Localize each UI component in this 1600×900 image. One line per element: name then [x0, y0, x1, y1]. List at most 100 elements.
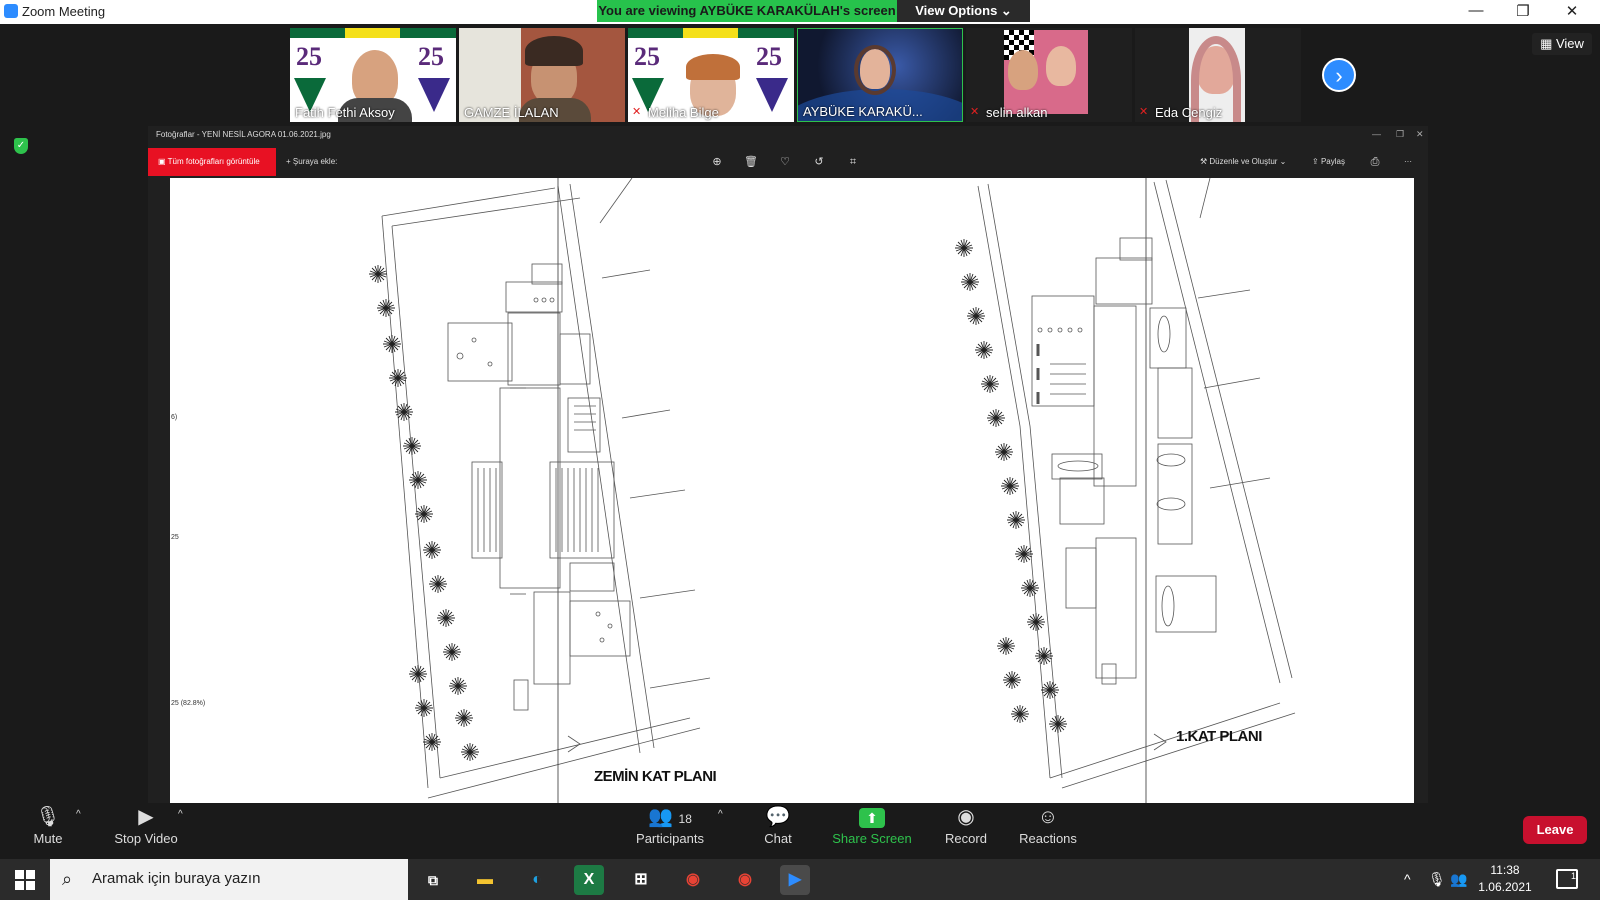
muted-mic-icon: ✕ [632, 106, 642, 118]
participant-tile-active[interactable]: AYBÜKE KARAKÜ... [797, 28, 963, 122]
participant-tile[interactable]: ✕ selin alkan [966, 28, 1132, 122]
excel-icon[interactable]: X [574, 865, 604, 895]
chrome-icon[interactable]: ◉ [678, 865, 708, 895]
participant-name: GAMZE İLALAN [464, 105, 559, 120]
participant-tile[interactable]: 25 25 Fatih Fethi Aksoy [290, 28, 456, 122]
add-to-button[interactable]: + Şuraya ekle: [286, 148, 337, 176]
view-label: View [1555, 36, 1584, 51]
view-all-photos-label: Tüm fotoğrafları görüntüle [167, 157, 260, 166]
photos-restore-icon: ❐ [1396, 129, 1405, 139]
participant-name: Eda Cengiz [1155, 105, 1223, 120]
taskbar-clock[interactable]: 11:38 1.06.2021 [1472, 862, 1538, 896]
ground-floor-plan-label: ZEMİN KAT PLANI [594, 768, 717, 785]
notification-count: 1 [1570, 871, 1576, 881]
teams-tray-icon[interactable]: 👥 [1450, 871, 1467, 888]
task-view-icon[interactable]: ⧉ [418, 865, 448, 895]
edge-browser-icon[interactable]: ◐ [522, 865, 552, 895]
share-screen-button[interactable]: ⬆ Share Screen [828, 803, 916, 846]
stop-video-button[interactable]: ▶ Stop Video [108, 803, 184, 846]
participant-tile[interactable]: 25 25 ✕ Meliha Bilge [628, 28, 794, 122]
window-title: Zoom Meeting [22, 4, 106, 19]
audio-options-caret[interactable]: ^ [76, 809, 81, 820]
close-button[interactable]: ✕ [1562, 2, 1582, 20]
grid-icon: ▦ [1540, 36, 1556, 51]
edit-create-label: Düzenle ve Oluştur [1209, 157, 1278, 166]
mute-button[interactable]: 🎙 Mute [22, 803, 74, 846]
stop-video-label: Stop Video [114, 831, 178, 846]
chrome-profile-icon[interactable]: ◉ [730, 865, 760, 895]
participants-icon: 👥 [648, 806, 673, 828]
taskbar-search-box[interactable]: ⌕ Aramak için buraya yazın [50, 859, 408, 900]
chat-label: Chat [764, 831, 792, 846]
mute-label: Mute [33, 831, 63, 846]
participant-tile[interactable]: GAMZE İLALAN [459, 28, 625, 122]
participant-tile[interactable]: ✕ Eda Cengiz [1135, 28, 1301, 122]
minimize-button[interactable]: — [1466, 2, 1486, 19]
view-layout-button[interactable]: ▦ View [1532, 33, 1592, 55]
chat-button[interactable]: 💬 Chat [752, 803, 804, 846]
photos-minimize-icon: — [1372, 129, 1381, 139]
muted-mic-icon: ✕ [970, 106, 980, 118]
microsoft-store-icon[interactable]: ⊞ [626, 865, 656, 895]
meeting-controls: 🎙 Mute ^ ▶ Stop Video ^ 👥 18 Participant… [0, 803, 1600, 859]
add-to-label: Şuraya ekle: [292, 157, 338, 166]
video-camera-icon: ▶ [138, 806, 154, 828]
photos-window-title: Fotoğraflar - YENİ NESİL AGORA 01.06.202… [156, 130, 331, 139]
view-options-button[interactable]: View Options ⌄ [897, 0, 1030, 22]
restore-button[interactable]: ❐ [1513, 2, 1533, 20]
floor-plan-image: 6) 25 25 (82.8%) ZEMİN KAT PLANI 1.KAT P… [170, 178, 1414, 803]
share-screen-label: Share Screen [832, 831, 912, 846]
muted-mic-icon: ✕ [1139, 106, 1149, 118]
favorite-heart-icon[interactable]: ♡ [778, 155, 792, 169]
delete-icon[interactable]: 🗑 [744, 155, 758, 169]
view-all-photos-button[interactable]: ▣ Tüm fotoğrafları görüntüle [148, 148, 276, 176]
windows-start-button[interactable] [15, 870, 35, 890]
file-explorer-icon[interactable]: ▬ [470, 865, 500, 895]
next-page-button[interactable]: › [1322, 58, 1356, 92]
chat-bubble-icon: 💬 [765, 806, 791, 828]
zoom-app-icon [4, 4, 18, 18]
emoji-reactions-icon: ☺ [1037, 806, 1059, 828]
clock-date: 1.06.2021 [1478, 880, 1532, 894]
participants-label: Participants [636, 831, 704, 846]
share-photo-label: Paylaş [1320, 157, 1345, 166]
print-icon[interactable]: ⎙ [1368, 155, 1382, 169]
record-button[interactable]: ◉ Record [936, 803, 996, 846]
photos-close-icon: ✕ [1416, 129, 1424, 139]
action-center-icon[interactable]: 1 [1556, 869, 1578, 889]
edit-create-button[interactable]: ⚒ Düzenle ve Oluştur ⌄ [1200, 148, 1286, 176]
viewing-screen-banner: You are viewing AYBÜKE KARAKÜLAH's scree… [597, 0, 897, 22]
zoom-in-icon[interactable]: ⊕ [710, 155, 724, 169]
participant-name: AYBÜKE KARAKÜ... [803, 104, 923, 119]
participant-name: selin alkan [986, 105, 1048, 120]
show-hidden-icons[interactable]: ^ [1404, 871, 1411, 887]
first-floor-plan-label: 1.KAT PLANI [1176, 728, 1262, 745]
reactions-label: Reactions [1019, 831, 1077, 846]
microphone-tray-icon[interactable]: 🎙 [1428, 871, 1446, 888]
encryption-shield-icon[interactable]: ✓ [14, 138, 28, 154]
participants-count: 18 [678, 812, 692, 826]
photos-toolbar: ▣ Tüm fotoğrafları görüntüle + Şuraya ek… [148, 148, 1428, 176]
participant-name: Fatih Fethi Aksoy [295, 105, 395, 120]
record-icon: ◉ [957, 806, 975, 828]
shared-screen: Fotoğraflar - YENİ NESİL AGORA 01.06.202… [148, 126, 1428, 803]
photos-icon: ▣ [158, 157, 168, 166]
video-options-caret[interactable]: ^ [178, 809, 183, 820]
participants-options-caret[interactable]: ^ [718, 809, 723, 820]
search-icon: ⌕ [62, 869, 73, 889]
leave-meeting-button[interactable]: Leave [1523, 816, 1587, 844]
microphone-icon: 🎙 [35, 806, 61, 828]
record-label: Record [945, 831, 987, 846]
share-screen-icon: ⬆ [859, 808, 885, 828]
more-options-button[interactable]: ··· [1404, 148, 1412, 176]
participant-name: Meliha Bilge [648, 105, 719, 120]
crop-icon[interactable]: ⌗ [846, 155, 860, 169]
chevron-right-icon: › [1335, 63, 1343, 88]
architectural-drawing [368, 178, 1296, 803]
zoom-taskbar-icon[interactable]: ▶ [780, 865, 810, 895]
rotate-icon[interactable]: ↺ [812, 155, 826, 169]
windows-taskbar: ⌕ Aramak için buraya yazın ⧉ ▬ ◐ X ⊞ ◉ ◉… [0, 859, 1600, 900]
share-photo-button[interactable]: ⇪ Paylaş [1312, 148, 1345, 176]
participants-button[interactable]: 👥 18 Participants [632, 803, 708, 846]
reactions-button[interactable]: ☺ Reactions [1010, 803, 1086, 846]
